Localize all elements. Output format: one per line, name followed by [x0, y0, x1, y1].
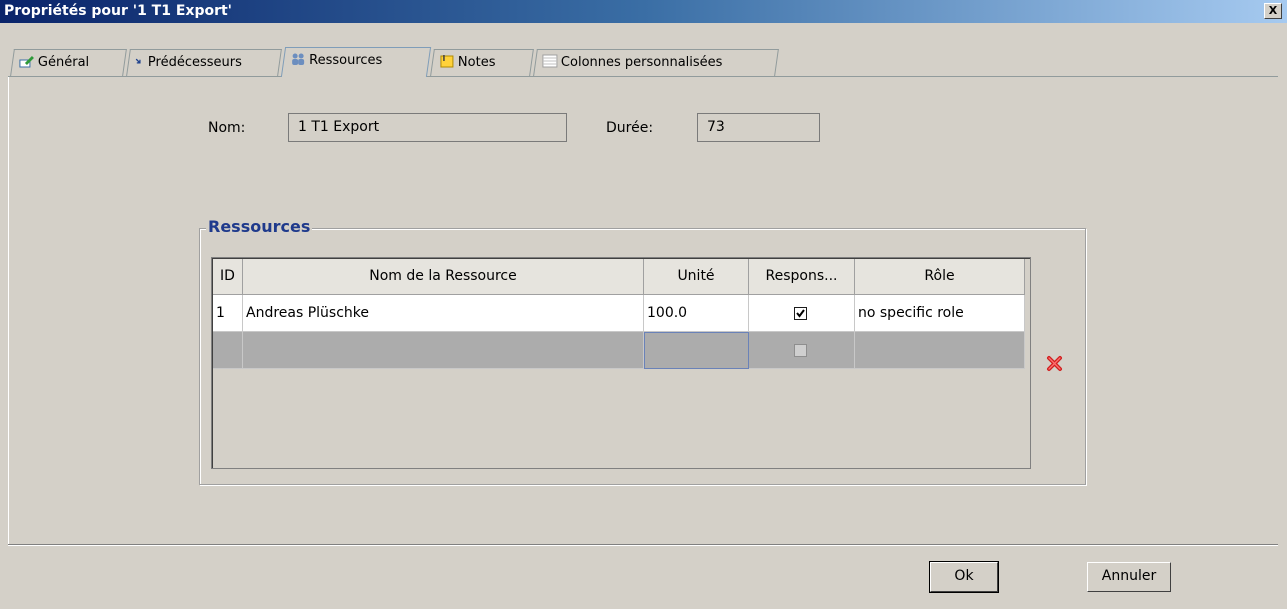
column-header-unit[interactable]: Unité: [644, 259, 749, 295]
tab-resources[interactable]: Ressources: [280, 47, 432, 77]
cell-responsible[interactable]: [749, 295, 855, 332]
window-title: Propriétés pour '1 T1 Export': [4, 3, 232, 19]
table-columns-icon: [542, 54, 558, 68]
people-icon: [292, 53, 305, 65]
column-header-name[interactable]: Nom de la Ressource: [243, 259, 644, 295]
red-x-delete-icon[interactable]: [1046, 355, 1063, 372]
arrow-down-right-icon: [135, 58, 141, 64]
tab-predecessors[interactable]: Prédécesseurs: [126, 49, 282, 76]
resources-table[interactable]: ID Nom de la Ressource Unité Respons... …: [211, 257, 1031, 469]
tab-resources-label: Ressources: [309, 53, 383, 68]
pencil-edit-icon: [19, 56, 34, 68]
tab-custom-columns[interactable]: Colonnes personnalisées: [533, 49, 779, 76]
cell-unit[interactable]: [644, 332, 749, 369]
tab-general-label: Général: [37, 55, 90, 70]
cell-responsible[interactable]: [749, 332, 855, 369]
duration-field[interactable]: 73: [697, 113, 820, 142]
resources-group-title: Ressources: [206, 217, 313, 236]
tab-notes-label: Notes: [457, 55, 496, 70]
tab-notes[interactable]: Notes: [430, 49, 534, 76]
cell-role[interactable]: [855, 332, 1025, 369]
note-paper-icon: [440, 55, 454, 68]
responsible-checkbox[interactable]: [794, 307, 807, 320]
column-header-responsible[interactable]: Respons...: [749, 259, 855, 295]
checkmark-icon: [796, 309, 805, 318]
ok-button[interactable]: Ok: [929, 561, 999, 593]
cell-name[interactable]: Andreas Plüschke: [243, 295, 644, 332]
responsible-checkbox[interactable]: [794, 344, 807, 357]
bottom-separator: [8, 544, 1278, 546]
cell-id[interactable]: 1: [213, 295, 243, 332]
tab-general[interactable]: Général: [10, 49, 127, 76]
tab-predecessors-label: Prédécesseurs: [147, 55, 242, 70]
title-bar: Propriétés pour '1 T1 Export' X: [0, 0, 1287, 23]
cell-role[interactable]: no specific role: [855, 295, 1025, 332]
cell-unit[interactable]: 100.0: [644, 295, 749, 332]
close-button[interactable]: X: [1264, 3, 1282, 19]
cell-name[interactable]: [243, 332, 644, 369]
cancel-button[interactable]: Annuler: [1087, 562, 1171, 592]
name-label: Nom:: [208, 120, 246, 136]
column-header-id[interactable]: ID: [213, 259, 243, 295]
tab-custom-columns-label: Colonnes personnalisées: [560, 55, 723, 70]
duration-label: Durée:: [606, 120, 654, 136]
cell-id[interactable]: [213, 332, 243, 369]
name-field[interactable]: 1 T1 Export: [288, 113, 567, 142]
column-header-role[interactable]: Rôle: [855, 259, 1025, 295]
